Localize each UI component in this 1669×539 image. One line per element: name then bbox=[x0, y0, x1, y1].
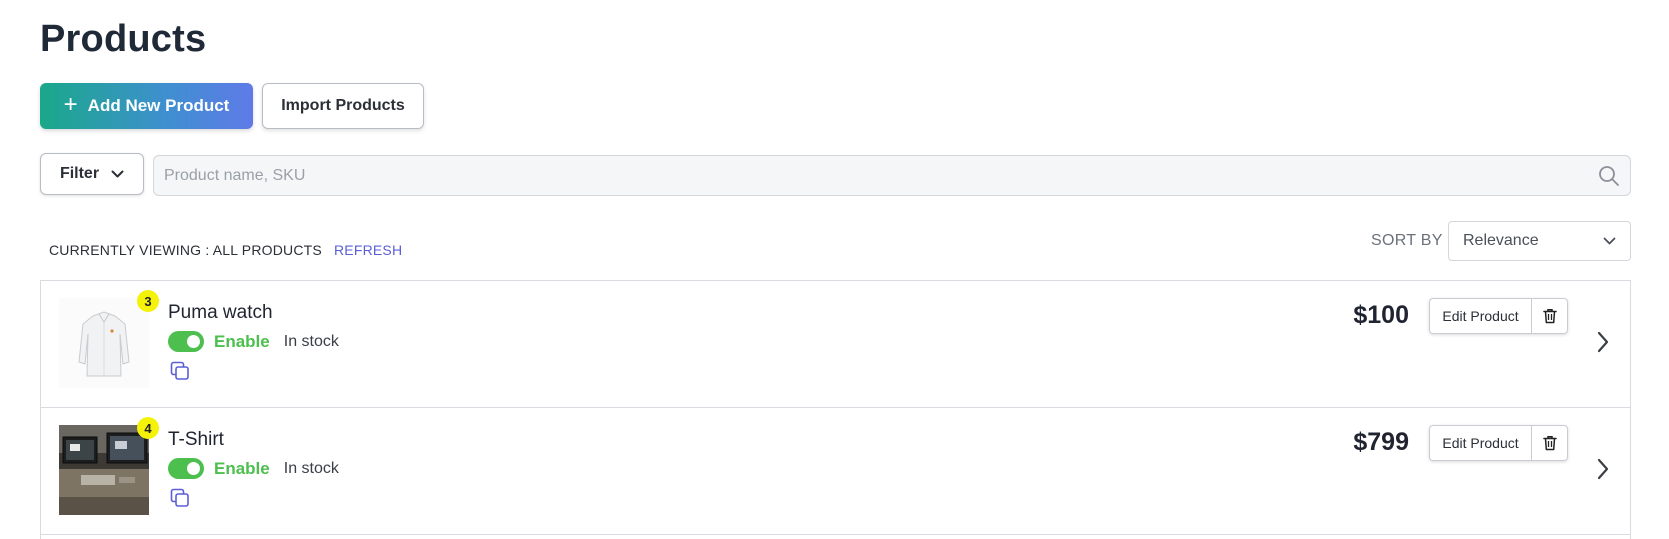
delete-button[interactable] bbox=[1531, 425, 1568, 461]
trash-icon bbox=[1542, 436, 1557, 451]
trash-icon bbox=[1542, 309, 1557, 324]
enable-toggle[interactable] bbox=[168, 331, 204, 352]
copy-icon[interactable] bbox=[170, 361, 190, 381]
product-name[interactable]: Puma watch bbox=[168, 302, 273, 324]
search-input[interactable] bbox=[154, 156, 1598, 195]
product-status: Enable In stock bbox=[168, 331, 339, 352]
product-list: 3 Puma watch Enable In stock $100 Edit P… bbox=[40, 280, 1631, 539]
product-price: $100 bbox=[1353, 301, 1409, 329]
viewing-status: CURRENTLY VIEWING : ALL PRODUCTS REFRESH bbox=[49, 242, 402, 258]
refresh-link[interactable]: REFRESH bbox=[334, 242, 402, 258]
currently-viewing-text: CURRENTLY VIEWING : ALL PRODUCTS bbox=[49, 242, 322, 258]
chevron-right-icon[interactable] bbox=[1594, 329, 1612, 355]
chevron-down-icon bbox=[1603, 237, 1616, 245]
chevron-down-icon bbox=[111, 170, 124, 178]
import-products-button[interactable]: Import Products bbox=[262, 83, 424, 129]
add-new-product-button[interactable]: + Add New Product bbox=[40, 83, 253, 129]
stock-label: In stock bbox=[283, 459, 339, 477]
filter-label: Filter bbox=[59, 165, 100, 182]
product-price: $799 bbox=[1353, 428, 1409, 456]
product-thumbnail bbox=[59, 298, 149, 388]
stock-label: In stock bbox=[283, 332, 339, 350]
page-title: Products bbox=[40, 18, 207, 60]
edit-product-button[interactable]: Edit Product bbox=[1429, 298, 1531, 334]
enable-label: Enable bbox=[214, 331, 270, 351]
copy-icon[interactable] bbox=[170, 488, 190, 508]
row-actions: Edit Product bbox=[1429, 425, 1568, 461]
filter-button[interactable]: Filter bbox=[40, 153, 144, 195]
quantity-badge: 4 bbox=[137, 417, 159, 439]
product-name[interactable]: T-Shirt bbox=[168, 429, 224, 451]
sort-selected-value: Relevance bbox=[1463, 232, 1539, 249]
delete-button[interactable] bbox=[1531, 298, 1568, 334]
enable-label: Enable bbox=[214, 458, 270, 478]
edit-product-button[interactable]: Edit Product bbox=[1429, 425, 1531, 461]
search-icon[interactable] bbox=[1598, 165, 1620, 187]
add-new-product-label: Add New Product bbox=[87, 96, 230, 115]
product-row[interactable]: 4 T-Shirt Enable In stock $799 Edit Prod… bbox=[41, 408, 1630, 535]
product-thumbnail bbox=[59, 425, 149, 515]
products-page: Products + Add New Product Import Produc… bbox=[0, 0, 1669, 539]
sort-select[interactable]: Relevance bbox=[1448, 221, 1631, 261]
product-status: Enable In stock bbox=[168, 458, 339, 479]
enable-toggle[interactable] bbox=[168, 458, 204, 479]
product-row[interactable]: 3 Puma watch Enable In stock $100 Edit P… bbox=[41, 281, 1630, 408]
search-box bbox=[153, 155, 1631, 196]
row-actions: Edit Product bbox=[1429, 298, 1568, 334]
chevron-right-icon[interactable] bbox=[1594, 456, 1612, 482]
plus-icon: + bbox=[63, 91, 78, 118]
sort-by-label: SORT BY bbox=[1371, 232, 1443, 249]
quantity-badge: 3 bbox=[137, 290, 159, 312]
